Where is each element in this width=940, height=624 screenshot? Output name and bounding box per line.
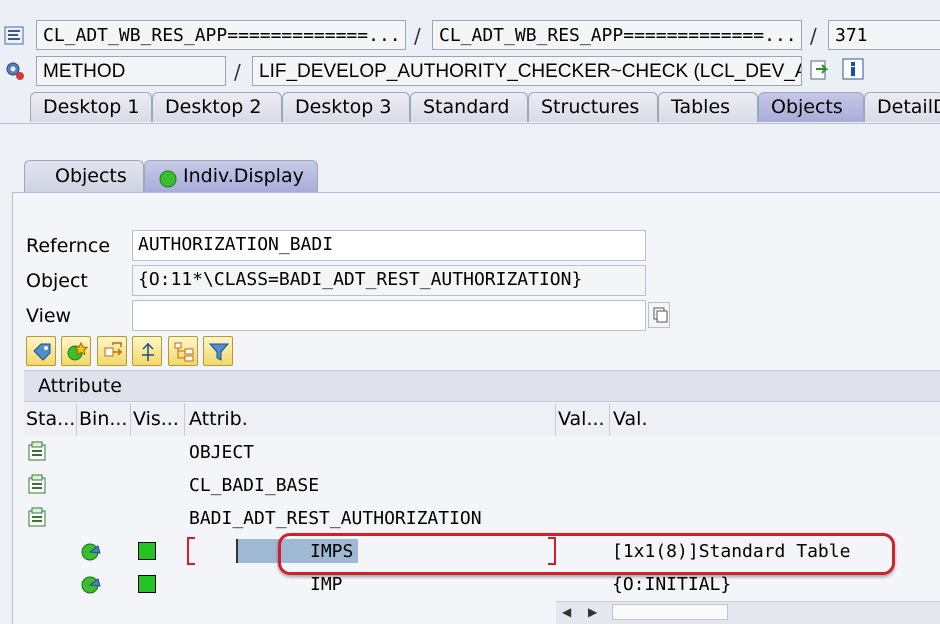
filter-button[interactable] bbox=[203, 336, 233, 366]
table-row[interactable]: OBJECT bbox=[24, 436, 940, 469]
attribute-name: CL_BADI_BASE bbox=[189, 475, 320, 496]
sort-button[interactable] bbox=[132, 336, 162, 366]
favorite-button[interactable] bbox=[61, 336, 91, 366]
scroll-right-icon[interactable]: ▶ bbox=[588, 605, 597, 619]
view-input[interactable] bbox=[132, 300, 646, 331]
move-icon bbox=[104, 342, 123, 357]
hierarchy-icon bbox=[142, 342, 154, 361]
object-label: Object bbox=[26, 270, 88, 292]
tab-standard[interactable]: Standard bbox=[410, 92, 528, 122]
info-icon[interactable] bbox=[842, 58, 864, 80]
instance-icon bbox=[80, 541, 104, 563]
class-structure-icon bbox=[27, 441, 49, 463]
tab-desktop-3[interactable]: Desktop 3 bbox=[282, 92, 410, 122]
subtab-indiv-display-label: Indiv.Display bbox=[183, 165, 304, 187]
move-button[interactable] bbox=[97, 336, 127, 366]
reference-label: Refernce bbox=[26, 235, 111, 257]
view-popup-button[interactable] bbox=[648, 302, 670, 328]
view-label: View bbox=[26, 305, 72, 327]
event-type-field[interactable]: METHOD bbox=[36, 56, 226, 86]
attribute-tag-button[interactable] bbox=[26, 336, 56, 366]
highlight-callout bbox=[278, 533, 895, 575]
copy-icon bbox=[653, 307, 668, 323]
tab-desktop-1[interactable]: Desktop 1 bbox=[30, 92, 152, 122]
method-settings-icon[interactable] bbox=[4, 60, 26, 82]
attribute-grid-title: Attribute bbox=[24, 370, 940, 402]
grid-header: Sta... Bin... Vis... Attrib. Val... Val. bbox=[24, 403, 940, 437]
selection-bracket-left bbox=[187, 537, 195, 565]
grid-body: OBJECT CL_BADI_BASE BADI_ADT_REST_AUTHOR… bbox=[24, 436, 940, 601]
visibility-indicator bbox=[138, 542, 156, 560]
separator: / bbox=[810, 24, 817, 48]
table-row[interactable]: CL_BADI_BASE bbox=[24, 469, 940, 502]
source-list-icon[interactable] bbox=[4, 26, 26, 46]
column-attribute[interactable]: Attrib. bbox=[185, 403, 556, 436]
column-value-short[interactable]: Val... bbox=[556, 403, 610, 436]
column-status[interactable]: Sta... bbox=[24, 403, 77, 436]
reference-input[interactable]: AUTHORIZATION_BADI bbox=[132, 230, 646, 261]
attribute-name: BADI_ADT_REST_AUTHORIZATION bbox=[189, 508, 482, 529]
tab-desktop-2[interactable]: Desktop 2 bbox=[152, 92, 282, 122]
scroll-thumb[interactable] bbox=[612, 604, 728, 620]
tag-icon bbox=[33, 343, 51, 361]
column-value[interactable]: Val. bbox=[610, 403, 940, 436]
navigate-icon[interactable] bbox=[808, 58, 832, 82]
program-field[interactable]: CL_ADT_WB_RES_APP=============... bbox=[36, 20, 406, 50]
tab-structures[interactable]: Structures bbox=[528, 92, 658, 122]
attribute-name: OBJECT bbox=[189, 442, 255, 463]
tab-detail-display[interactable]: DetailD bbox=[864, 92, 940, 122]
event-name-field[interactable]: LIF_DEVELOP_AUTHORITY_CHECKER~CHECK (LCL… bbox=[252, 56, 802, 86]
table-row[interactable]: BADI_ADT_REST_AUTHORIZATION bbox=[24, 502, 940, 535]
main-tabstrip: Desktop 1 Desktop 2 Desktop 3 Standard S… bbox=[0, 90, 940, 124]
class-structure-icon bbox=[27, 507, 49, 529]
visibility-indicator bbox=[138, 575, 156, 593]
column-binding[interactable]: Bin... bbox=[77, 403, 131, 436]
green-status-icon bbox=[159, 167, 177, 188]
object-field[interactable]: {O:11*\CLASS=BADI_ADT_REST_AUTHORIZATION… bbox=[132, 265, 646, 296]
tab-objects[interactable]: Objects bbox=[758, 92, 864, 122]
include-field[interactable]: CL_ADT_WB_RES_APP=============... bbox=[432, 20, 802, 50]
tree-button[interactable] bbox=[168, 336, 198, 366]
separator: / bbox=[234, 60, 241, 84]
favorite-icon bbox=[67, 341, 88, 361]
instance-icon bbox=[80, 574, 104, 596]
subtab-objects[interactable]: Objects bbox=[24, 160, 144, 192]
horizontal-scrollbar[interactable]: ◀ ▶ bbox=[556, 601, 940, 624]
tree-structure-icon bbox=[174, 342, 194, 362]
filter-icon bbox=[208, 343, 230, 361]
class-structure-icon bbox=[27, 474, 49, 496]
scroll-left-icon[interactable]: ◀ bbox=[562, 605, 571, 619]
line-number-field[interactable]: 371 bbox=[828, 20, 940, 50]
tab-tables[interactable]: Tables bbox=[658, 92, 758, 122]
separator: / bbox=[414, 24, 421, 48]
column-visibility[interactable]: Vis... bbox=[131, 403, 185, 436]
subtab-indiv-display[interactable]: Indiv.Display bbox=[144, 160, 318, 192]
